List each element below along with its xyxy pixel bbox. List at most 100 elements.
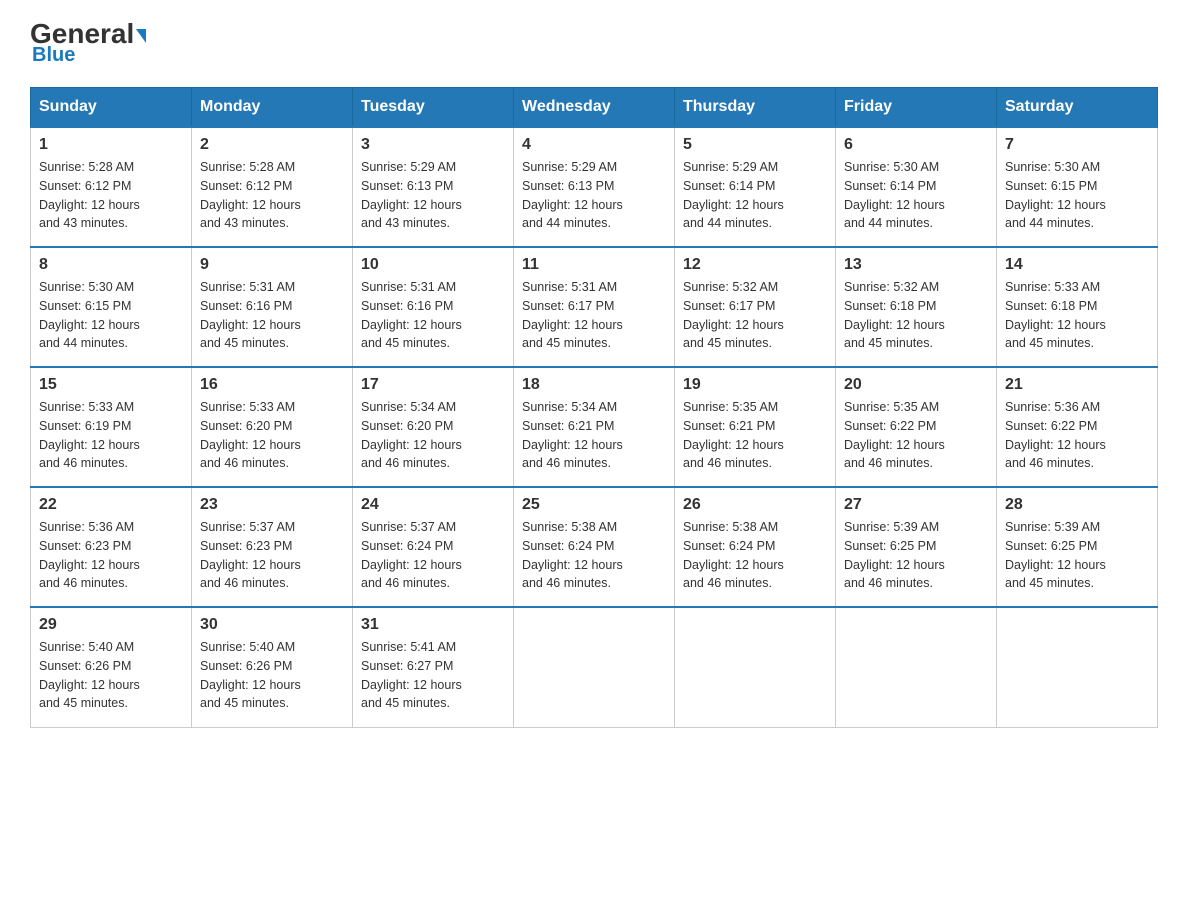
calendar-cell: 30 Sunrise: 5:40 AMSunset: 6:26 PMDaylig… — [192, 607, 353, 727]
calendar-cell: 10 Sunrise: 5:31 AMSunset: 6:16 PMDaylig… — [353, 247, 514, 367]
day-number: 7 — [1005, 136, 1149, 154]
calendar-cell: 14 Sunrise: 5:33 AMSunset: 6:18 PMDaylig… — [997, 247, 1158, 367]
calendar-cell: 22 Sunrise: 5:36 AMSunset: 6:23 PMDaylig… — [31, 487, 192, 607]
calendar-cell: 17 Sunrise: 5:34 AMSunset: 6:20 PMDaylig… — [353, 367, 514, 487]
day-number: 31 — [361, 616, 505, 634]
day-number: 23 — [200, 496, 344, 514]
calendar-cell: 15 Sunrise: 5:33 AMSunset: 6:19 PMDaylig… — [31, 367, 192, 487]
calendar-week-1: 1 Sunrise: 5:28 AMSunset: 6:12 PMDayligh… — [31, 127, 1158, 247]
calendar-header: SundayMondayTuesdayWednesdayThursdayFrid… — [31, 88, 1158, 128]
day-info: Sunrise: 5:35 AMSunset: 6:22 PMDaylight:… — [844, 400, 945, 470]
day-info: Sunrise: 5:39 AMSunset: 6:25 PMDaylight:… — [844, 520, 945, 590]
day-info: Sunrise: 5:31 AMSunset: 6:16 PMDaylight:… — [361, 280, 462, 350]
calendar-week-4: 22 Sunrise: 5:36 AMSunset: 6:23 PMDaylig… — [31, 487, 1158, 607]
day-header-wednesday: Wednesday — [514, 88, 675, 128]
day-number: 14 — [1005, 256, 1149, 274]
calendar-cell: 31 Sunrise: 5:41 AMSunset: 6:27 PMDaylig… — [353, 607, 514, 727]
day-info: Sunrise: 5:36 AMSunset: 6:23 PMDaylight:… — [39, 520, 140, 590]
calendar-week-5: 29 Sunrise: 5:40 AMSunset: 6:26 PMDaylig… — [31, 607, 1158, 727]
day-info: Sunrise: 5:29 AMSunset: 6:13 PMDaylight:… — [361, 160, 462, 230]
day-number: 11 — [522, 256, 666, 274]
day-info: Sunrise: 5:39 AMSunset: 6:25 PMDaylight:… — [1005, 520, 1106, 590]
calendar-cell: 24 Sunrise: 5:37 AMSunset: 6:24 PMDaylig… — [353, 487, 514, 607]
page-header: General Blue — [30, 20, 1158, 67]
day-number: 9 — [200, 256, 344, 274]
day-info: Sunrise: 5:33 AMSunset: 6:18 PMDaylight:… — [1005, 280, 1106, 350]
day-info: Sunrise: 5:30 AMSunset: 6:14 PMDaylight:… — [844, 160, 945, 230]
calendar-cell: 12 Sunrise: 5:32 AMSunset: 6:17 PMDaylig… — [675, 247, 836, 367]
day-number: 1 — [39, 136, 183, 154]
day-number: 25 — [522, 496, 666, 514]
day-info: Sunrise: 5:31 AMSunset: 6:17 PMDaylight:… — [522, 280, 623, 350]
day-number: 27 — [844, 496, 988, 514]
day-info: Sunrise: 5:36 AMSunset: 6:22 PMDaylight:… — [1005, 400, 1106, 470]
day-info: Sunrise: 5:32 AMSunset: 6:17 PMDaylight:… — [683, 280, 784, 350]
calendar-cell: 7 Sunrise: 5:30 AMSunset: 6:15 PMDayligh… — [997, 127, 1158, 247]
day-info: Sunrise: 5:37 AMSunset: 6:23 PMDaylight:… — [200, 520, 301, 590]
calendar-cell: 29 Sunrise: 5:40 AMSunset: 6:26 PMDaylig… — [31, 607, 192, 727]
day-number: 17 — [361, 376, 505, 394]
calendar-table: SundayMondayTuesdayWednesdayThursdayFrid… — [30, 87, 1158, 728]
day-number: 21 — [1005, 376, 1149, 394]
calendar-cell: 19 Sunrise: 5:35 AMSunset: 6:21 PMDaylig… — [675, 367, 836, 487]
day-info: Sunrise: 5:34 AMSunset: 6:20 PMDaylight:… — [361, 400, 462, 470]
calendar-cell: 6 Sunrise: 5:30 AMSunset: 6:14 PMDayligh… — [836, 127, 997, 247]
day-info: Sunrise: 5:41 AMSunset: 6:27 PMDaylight:… — [361, 640, 462, 710]
calendar-cell: 28 Sunrise: 5:39 AMSunset: 6:25 PMDaylig… — [997, 487, 1158, 607]
day-number: 20 — [844, 376, 988, 394]
calendar-cell — [675, 607, 836, 727]
day-header-sunday: Sunday — [31, 88, 192, 128]
calendar-cell — [836, 607, 997, 727]
logo: General Blue — [30, 20, 146, 67]
calendar-cell: 26 Sunrise: 5:38 AMSunset: 6:24 PMDaylig… — [675, 487, 836, 607]
day-number: 3 — [361, 136, 505, 154]
calendar-cell: 23 Sunrise: 5:37 AMSunset: 6:23 PMDaylig… — [192, 487, 353, 607]
day-info: Sunrise: 5:38 AMSunset: 6:24 PMDaylight:… — [683, 520, 784, 590]
calendar-cell: 21 Sunrise: 5:36 AMSunset: 6:22 PMDaylig… — [997, 367, 1158, 487]
day-info: Sunrise: 5:30 AMSunset: 6:15 PMDaylight:… — [1005, 160, 1106, 230]
day-number: 29 — [39, 616, 183, 634]
day-number: 8 — [39, 256, 183, 274]
day-header-thursday: Thursday — [675, 88, 836, 128]
calendar-cell: 4 Sunrise: 5:29 AMSunset: 6:13 PMDayligh… — [514, 127, 675, 247]
day-header-monday: Monday — [192, 88, 353, 128]
day-number: 19 — [683, 376, 827, 394]
day-info: Sunrise: 5:40 AMSunset: 6:26 PMDaylight:… — [200, 640, 301, 710]
calendar-cell: 27 Sunrise: 5:39 AMSunset: 6:25 PMDaylig… — [836, 487, 997, 607]
calendar-cell: 9 Sunrise: 5:31 AMSunset: 6:16 PMDayligh… — [192, 247, 353, 367]
day-number: 26 — [683, 496, 827, 514]
day-number: 2 — [200, 136, 344, 154]
day-number: 5 — [683, 136, 827, 154]
day-number: 18 — [522, 376, 666, 394]
day-header-tuesday: Tuesday — [353, 88, 514, 128]
day-number: 16 — [200, 376, 344, 394]
day-number: 12 — [683, 256, 827, 274]
logo-blue-text: Blue — [30, 44, 75, 67]
calendar-cell: 3 Sunrise: 5:29 AMSunset: 6:13 PMDayligh… — [353, 127, 514, 247]
day-info: Sunrise: 5:32 AMSunset: 6:18 PMDaylight:… — [844, 280, 945, 350]
calendar-cell: 16 Sunrise: 5:33 AMSunset: 6:20 PMDaylig… — [192, 367, 353, 487]
day-number: 4 — [522, 136, 666, 154]
day-info: Sunrise: 5:28 AMSunset: 6:12 PMDaylight:… — [39, 160, 140, 230]
day-number: 13 — [844, 256, 988, 274]
day-info: Sunrise: 5:34 AMSunset: 6:21 PMDaylight:… — [522, 400, 623, 470]
calendar-week-2: 8 Sunrise: 5:30 AMSunset: 6:15 PMDayligh… — [31, 247, 1158, 367]
calendar-cell: 2 Sunrise: 5:28 AMSunset: 6:12 PMDayligh… — [192, 127, 353, 247]
calendar-cell: 18 Sunrise: 5:34 AMSunset: 6:21 PMDaylig… — [514, 367, 675, 487]
day-info: Sunrise: 5:28 AMSunset: 6:12 PMDaylight:… — [200, 160, 301, 230]
day-info: Sunrise: 5:30 AMSunset: 6:15 PMDaylight:… — [39, 280, 140, 350]
day-info: Sunrise: 5:29 AMSunset: 6:13 PMDaylight:… — [522, 160, 623, 230]
calendar-cell: 5 Sunrise: 5:29 AMSunset: 6:14 PMDayligh… — [675, 127, 836, 247]
day-number: 10 — [361, 256, 505, 274]
day-info: Sunrise: 5:38 AMSunset: 6:24 PMDaylight:… — [522, 520, 623, 590]
calendar-week-3: 15 Sunrise: 5:33 AMSunset: 6:19 PMDaylig… — [31, 367, 1158, 487]
logo-triangle-icon — [136, 29, 146, 43]
calendar-cell: 8 Sunrise: 5:30 AMSunset: 6:15 PMDayligh… — [31, 247, 192, 367]
day-info: Sunrise: 5:40 AMSunset: 6:26 PMDaylight:… — [39, 640, 140, 710]
day-number: 24 — [361, 496, 505, 514]
day-number: 22 — [39, 496, 183, 514]
calendar-cell — [514, 607, 675, 727]
day-info: Sunrise: 5:29 AMSunset: 6:14 PMDaylight:… — [683, 160, 784, 230]
calendar-body: 1 Sunrise: 5:28 AMSunset: 6:12 PMDayligh… — [31, 127, 1158, 727]
calendar-cell: 13 Sunrise: 5:32 AMSunset: 6:18 PMDaylig… — [836, 247, 997, 367]
